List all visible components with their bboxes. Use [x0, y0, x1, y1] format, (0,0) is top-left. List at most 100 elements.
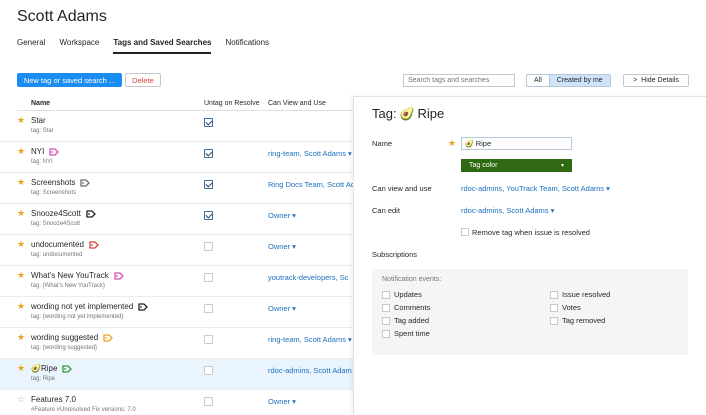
row-name: NYI [31, 147, 60, 157]
checkbox[interactable] [550, 303, 558, 312]
tag-name: What's New YouTrack [31, 271, 109, 280]
event-label: Issue resolved [562, 290, 611, 299]
star-icon[interactable]: ★ [17, 209, 25, 218]
tag-name: Star [31, 116, 46, 125]
subscriptions-box: Notification events: Updates Comments Tag … [372, 269, 688, 355]
search-input[interactable] [403, 74, 515, 87]
hide-details-button[interactable]: > Hide Details [623, 74, 689, 87]
untag-checkbox[interactable] [204, 366, 213, 375]
tag-icon [138, 303, 149, 312]
untag-checkbox[interactable] [204, 118, 213, 127]
checkbox[interactable] [382, 329, 390, 338]
avocado-icon: 🥑 [31, 364, 41, 373]
untag-checkbox[interactable] [204, 397, 213, 406]
details-title: Tag: 🥑 Ripe [372, 106, 444, 121]
can-view-value[interactable]: rdoc-admins, YouTrack Team, Scott Adams … [461, 184, 610, 193]
column-header-can-view[interactable]: Can View and Use [268, 100, 326, 107]
checkbox[interactable] [550, 316, 558, 325]
tab-general[interactable]: General [17, 38, 45, 54]
star-icon[interactable]: ☆ [17, 395, 25, 404]
row-query: tag: undocumented [31, 252, 83, 258]
filter-created-by-me-button[interactable]: Created by me [548, 75, 610, 86]
tag-name: Ripe [40, 364, 58, 373]
checkbox[interactable] [382, 290, 390, 299]
tag-name: Screenshots [31, 178, 76, 187]
new-tag-button[interactable]: New tag or saved search ... [17, 73, 122, 87]
event-checkbox-spent-time[interactable]: Spent time [382, 329, 430, 338]
untag-checkbox[interactable] [204, 335, 213, 344]
event-label: Tag removed [562, 316, 606, 325]
row-name: Star [31, 116, 46, 125]
column-header-name[interactable]: Name [31, 100, 50, 107]
star-icon[interactable]: ★ [17, 178, 25, 187]
checkbox[interactable] [382, 316, 390, 325]
checkbox[interactable] [550, 290, 558, 299]
can-view-link[interactable]: Owner ▾ [268, 242, 353, 251]
event-label: Tag added [394, 316, 430, 325]
star-icon[interactable]: ★ [17, 364, 25, 373]
tag-name-value: Ripe [475, 139, 492, 148]
tag-name-input[interactable]: 🥑 Ripe [461, 137, 572, 150]
table-row[interactable]: ★ undocumented tag: undocumented Owner ▾ [0, 235, 353, 266]
event-checkbox-updates[interactable]: Updates [382, 290, 422, 299]
name-label: Name [372, 139, 393, 148]
remove-tag-checkbox[interactable] [461, 228, 469, 236]
can-view-link[interactable]: Owner ▾ [268, 304, 353, 313]
star-icon[interactable]: ★ [17, 333, 25, 342]
notification-events-label: Notification events: [382, 276, 442, 283]
chevron-down-icon: ▾ [560, 163, 564, 169]
column-header-untag[interactable]: Untag on Resolve [204, 100, 260, 107]
event-label: Comments [394, 303, 431, 312]
row-name: wording suggested [31, 333, 114, 343]
row-query: tag: Snooze4Scott [31, 221, 81, 227]
tab-tags-and-saved-searches[interactable]: Tags and Saved Searches [113, 38, 212, 54]
row-name: Snooze4Scott [31, 209, 96, 219]
filter-toggle: All Created by me [526, 74, 611, 87]
star-icon[interactable]: ★ [17, 271, 25, 280]
table-row[interactable]: ★ What's New YouTrack tag: {What's New You… [0, 266, 353, 297]
chevron-right-icon: > [633, 77, 638, 84]
can-edit-value[interactable]: rdoc-admins, Scott Adams ▾ [461, 206, 554, 215]
untag-checkbox[interactable] [204, 304, 213, 313]
event-checkbox-tag-added[interactable]: Tag added [382, 316, 429, 325]
table-row[interactable]: ★ Star tag: Star [0, 111, 353, 142]
table-row[interactable]: ★ NYI tag: NYI ring-team, Scott Adams ▾ [0, 142, 353, 173]
event-checkbox-tag-removed[interactable]: Tag removed [550, 316, 605, 325]
can-view-link[interactable]: rdoc-admins, Scott Adam [268, 366, 353, 375]
untag-checkbox[interactable] [204, 180, 213, 189]
tab-notifications[interactable]: Notifications [225, 38, 269, 54]
table-row[interactable]: ★ wording suggested tag: {wording suggeste… [0, 328, 353, 359]
table-row[interactable]: ☆ Features 7.0 #Feature #Unresolved Fix ve… [0, 390, 353, 415]
can-view-link[interactable]: Owner ▾ [268, 397, 353, 406]
tag-color-button[interactable]: Tag color ▾ [461, 159, 572, 172]
star-icon[interactable]: ★ [448, 138, 456, 149]
checkbox[interactable] [382, 303, 390, 312]
event-checkbox-votes[interactable]: Votes [550, 303, 581, 312]
star-icon[interactable]: ★ [17, 240, 25, 249]
untag-checkbox[interactable] [204, 149, 213, 158]
star-icon[interactable]: ★ [17, 116, 25, 125]
can-view-link[interactable]: ring-team, Scott Adams ▾ [268, 335, 353, 344]
untag-checkbox[interactable] [204, 273, 213, 282]
event-checkbox-comments[interactable]: Comments [382, 303, 430, 312]
tag-icon [89, 241, 99, 250]
untag-checkbox[interactable] [204, 211, 213, 220]
event-checkbox-issue-resolved[interactable]: Issue resolved [550, 290, 610, 299]
row-query: tag: Star [31, 128, 54, 134]
can-view-link[interactable]: Owner ▾ [268, 211, 353, 220]
star-icon[interactable]: ★ [17, 302, 25, 311]
untag-checkbox[interactable] [204, 242, 213, 251]
can-view-link[interactable]: Ring Docs Team, Scott Ad [268, 180, 353, 189]
tag-name: undocumented [31, 240, 84, 249]
filter-all-button[interactable]: All [527, 75, 549, 86]
star-icon[interactable]: ★ [17, 147, 25, 156]
table-row[interactable]: ★ Snooze4Scott tag: Snooze4Scott Owner ▾ [0, 204, 353, 235]
row-name: wording not yet implemented [31, 302, 149, 312]
can-view-link[interactable]: youtrack-developers, Sc [268, 273, 353, 282]
tab-workspace[interactable]: Workspace [59, 38, 99, 54]
table-row[interactable]: ★ wording not yet implemented tag: {wordin… [0, 297, 353, 328]
delete-button[interactable]: Delete [125, 73, 161, 87]
table-row[interactable]: ★ 🥑Ripe tag: Ripe rdoc-admins, Scott Adam [0, 359, 353, 390]
can-view-link[interactable]: ring-team, Scott Adams ▾ [268, 149, 353, 158]
table-row[interactable]: ★ Screenshots tag: Screenshots Ring Docs Te… [0, 173, 353, 204]
